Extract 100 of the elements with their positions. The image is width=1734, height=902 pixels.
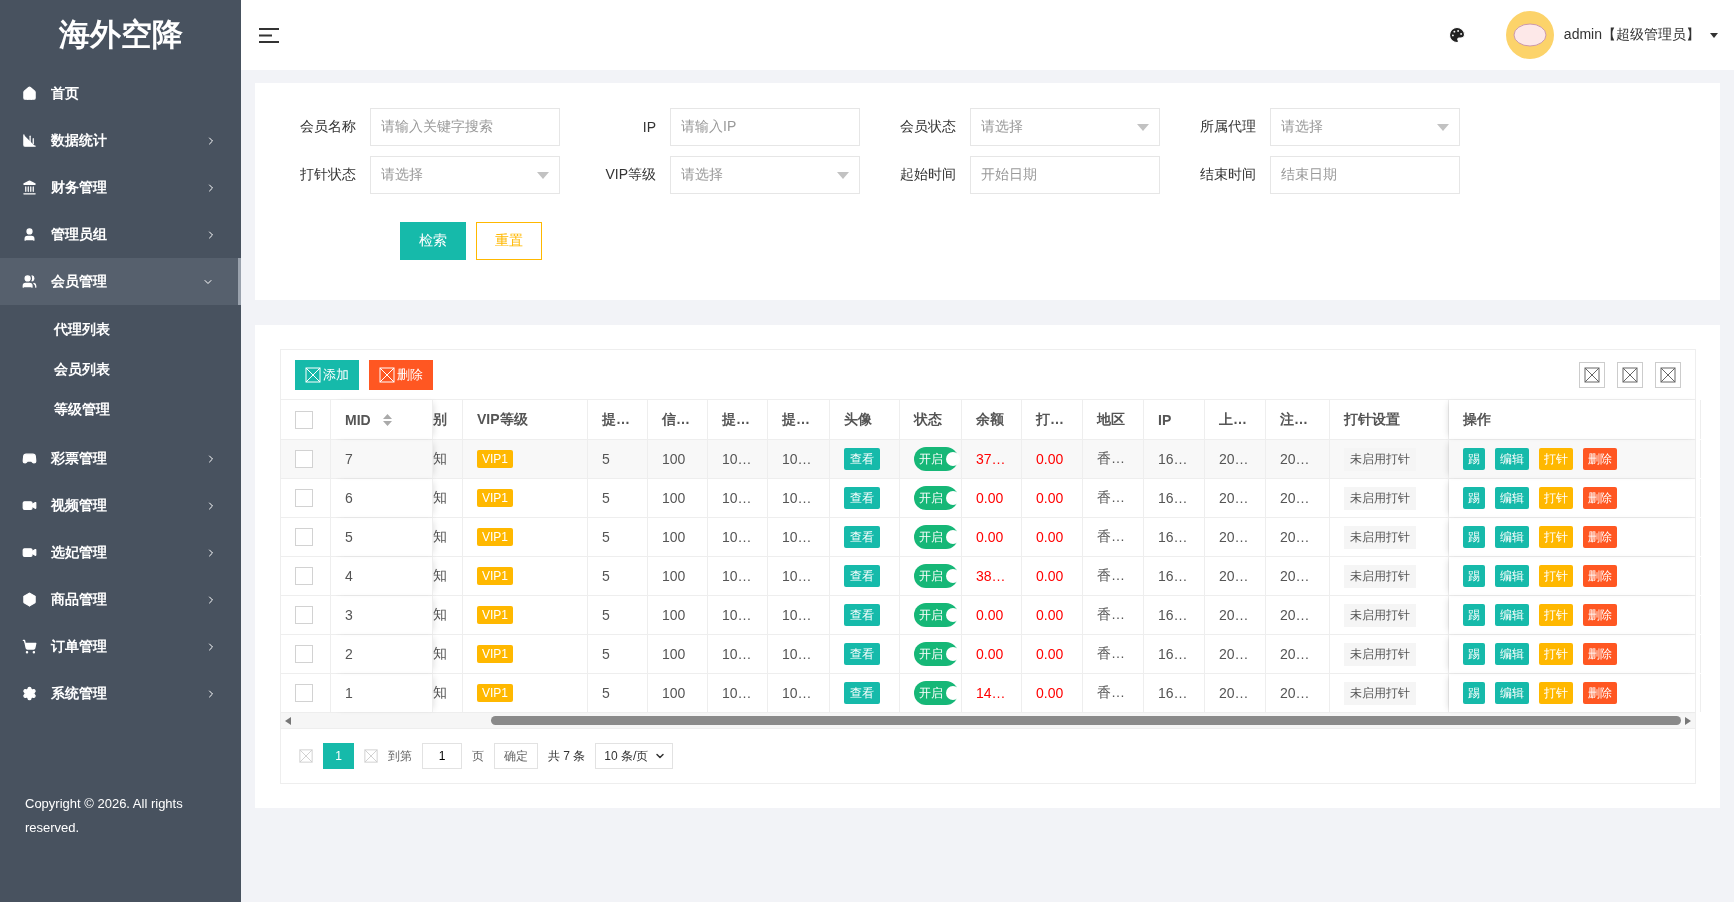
- action-button[interactable]: 踢: [1463, 565, 1485, 587]
- action-button[interactable]: 删除: [1583, 604, 1617, 626]
- avatar[interactable]: [1505, 11, 1554, 59]
- toggle-switch[interactable]: 开启: [914, 564, 958, 588]
- caret-icon[interactable]: [1710, 32, 1718, 38]
- checkbox[interactable]: [295, 684, 313, 702]
- sidebar-item[interactable]: 彩票管理: [0, 435, 241, 482]
- sort-icon[interactable]: [382, 413, 392, 426]
- action-button[interactable]: 编辑: [1495, 448, 1529, 470]
- input-field[interactable]: 请输入IP: [670, 108, 860, 146]
- action-button[interactable]: 编辑: [1495, 526, 1529, 548]
- sidebar-item[interactable]: 商品管理: [0, 576, 241, 623]
- checkbox[interactable]: [295, 410, 313, 429]
- input-field[interactable]: 结束日期: [1270, 156, 1460, 194]
- checkbox[interactable]: [295, 645, 313, 663]
- action-button[interactable]: 删除: [1583, 682, 1617, 704]
- select-field[interactable]: 请选择: [670, 156, 860, 194]
- confirm-button[interactable]: 确定: [494, 743, 538, 769]
- amount-text: 14…: [976, 685, 1006, 701]
- user-name[interactable]: admin【超级管理员】: [1563, 26, 1700, 44]
- action-button[interactable]: 打针: [1539, 682, 1573, 704]
- sidebar-item[interactable]: 订单管理: [0, 623, 241, 670]
- sidebar-item[interactable]: 会员管理: [0, 258, 241, 305]
- brand-title: 海外空降: [57, 16, 184, 54]
- search-button[interactable]: 检索: [400, 222, 466, 260]
- sidebar-subitem[interactable]: 代理列表: [0, 310, 241, 350]
- scrollbar-thumb[interactable]: [491, 716, 1681, 725]
- menu-icon[interactable]: [259, 27, 279, 43]
- toggle-switch[interactable]: 开启: [914, 447, 958, 471]
- checkbox[interactable]: [295, 489, 313, 507]
- sidebar-subitem[interactable]: 等级管理: [0, 390, 241, 430]
- select-field[interactable]: 请选择: [370, 156, 560, 194]
- toolbar-icon-button[interactable]: [1617, 361, 1643, 388]
- toggle-switch[interactable]: 开启: [914, 642, 958, 666]
- sidebar-item[interactable]: 首页: [0, 70, 241, 117]
- sidebar-item[interactable]: 数据统计: [0, 117, 241, 164]
- reset-button[interactable]: 重置: [476, 222, 542, 260]
- view-button[interactable]: 查看: [844, 604, 880, 626]
- action-button[interactable]: 编辑: [1495, 604, 1529, 626]
- action-button[interactable]: 踢: [1463, 448, 1485, 470]
- toggle-switch[interactable]: 开启: [914, 486, 958, 510]
- toggle-switch[interactable]: 开启: [914, 603, 958, 627]
- page-input[interactable]: 1: [422, 743, 462, 769]
- checkbox[interactable]: [295, 606, 313, 624]
- toggle-switch[interactable]: 开启: [914, 525, 958, 549]
- checkbox[interactable]: [295, 528, 313, 546]
- action-button[interactable]: 删除: [1583, 448, 1617, 470]
- cell-text: 1: [345, 685, 353, 701]
- amount-text: 0.00: [1036, 451, 1064, 467]
- input-field[interactable]: 开始日期: [970, 156, 1160, 194]
- action-button[interactable]: 踢: [1463, 604, 1485, 626]
- action-button[interactable]: 编辑: [1495, 487, 1529, 509]
- checkbox[interactable]: [295, 450, 313, 468]
- scroll-right-icon[interactable]: [1685, 716, 1691, 725]
- add-button[interactable]: 添加: [295, 359, 359, 390]
- toolbar-icon-button[interactable]: [1655, 361, 1681, 388]
- action-button[interactable]: 删除: [1583, 526, 1617, 548]
- view-button[interactable]: 查看: [844, 643, 880, 665]
- action-button[interactable]: 删除: [1583, 565, 1617, 587]
- action-button[interactable]: 打针: [1539, 487, 1573, 509]
- toggle-switch[interactable]: 开启: [914, 681, 958, 705]
- toolbar-icon-button[interactable]: [1579, 361, 1605, 388]
- input-field[interactable]: 请输入关键字搜索: [370, 108, 560, 146]
- action-button[interactable]: 删除: [1583, 487, 1617, 509]
- cell-text: 20…: [1280, 490, 1310, 506]
- sidebar-item[interactable]: 选妃管理: [0, 529, 241, 576]
- scroll-left-icon[interactable]: [285, 716, 291, 725]
- action-button[interactable]: 打针: [1539, 643, 1573, 665]
- sidebar-item[interactable]: 管理员组: [0, 211, 241, 258]
- select-field[interactable]: 请选择: [1270, 108, 1460, 146]
- view-button[interactable]: 查看: [844, 448, 880, 470]
- sidebar-subitem[interactable]: 会员列表: [0, 350, 241, 390]
- action-button[interactable]: 编辑: [1495, 682, 1529, 704]
- view-button[interactable]: 查看: [844, 682, 880, 704]
- action-button[interactable]: 删除: [1583, 643, 1617, 665]
- palette-icon[interactable]: [1447, 26, 1466, 44]
- action-button[interactable]: 踢: [1463, 487, 1485, 509]
- action-button[interactable]: 打针: [1539, 604, 1573, 626]
- delete-button[interactable]: 删除: [369, 359, 433, 390]
- action-button[interactable]: 打针: [1539, 565, 1573, 587]
- action-button[interactable]: 打针: [1539, 448, 1573, 470]
- sidebar-item[interactable]: 财务管理: [0, 164, 241, 211]
- action-button[interactable]: 打针: [1539, 526, 1573, 548]
- action-button[interactable]: 踢: [1463, 643, 1485, 665]
- sidebar-item[interactable]: 系统管理: [0, 670, 241, 717]
- checkbox[interactable]: [295, 567, 313, 585]
- view-button[interactable]: 查看: [844, 487, 880, 509]
- amount-text: 0.00: [1036, 607, 1064, 623]
- sidebar-item[interactable]: 视频管理: [0, 482, 241, 529]
- cell-text: 5: [602, 685, 610, 701]
- view-button[interactable]: 查看: [844, 526, 880, 548]
- page-size-select[interactable]: 10 条/页: [595, 743, 674, 769]
- action-button[interactable]: 编辑: [1495, 565, 1529, 587]
- filter-label: 会员名称: [299, 118, 357, 136]
- action-button[interactable]: 踢: [1463, 526, 1485, 548]
- select-field[interactable]: 请选择: [970, 108, 1160, 146]
- view-button[interactable]: 查看: [844, 565, 880, 587]
- action-button[interactable]: 编辑: [1495, 643, 1529, 665]
- action-button[interactable]: 踢: [1463, 682, 1485, 704]
- page-button[interactable]: 1: [323, 743, 354, 769]
